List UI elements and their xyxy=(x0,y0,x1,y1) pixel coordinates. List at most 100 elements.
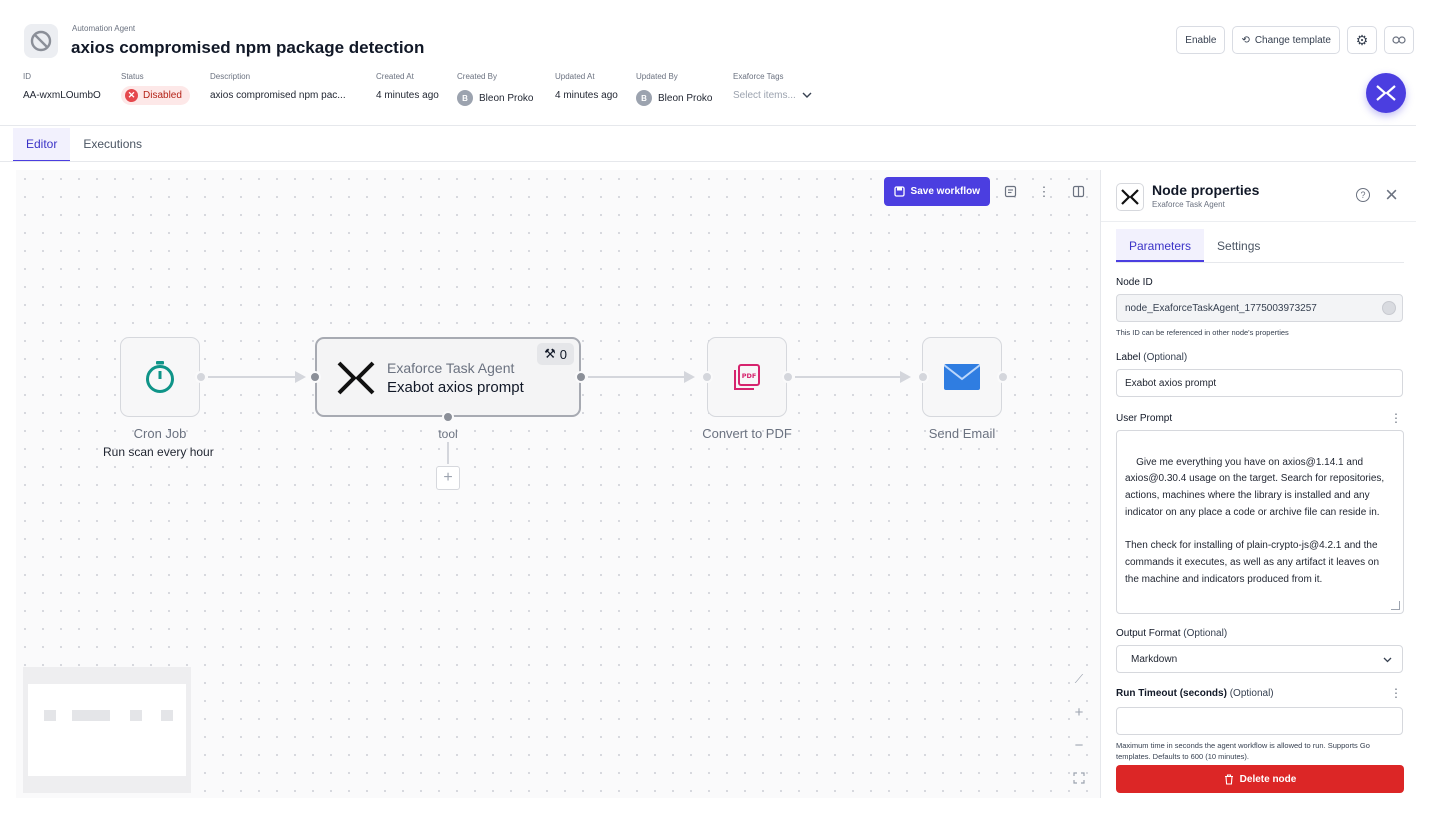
output-format-title: Output Format xyxy=(1116,628,1181,639)
run-timeout-title: Run Timeout (seconds) xyxy=(1116,688,1227,699)
fit-view-button[interactable] xyxy=(1064,763,1094,793)
task-agent-node[interactable]: Exaforce Task Agent Exabot axios prompt … xyxy=(315,337,581,417)
link-icon xyxy=(1392,36,1406,44)
header-actions: Enable ⟲ Change template ⚙ xyxy=(1176,26,1414,54)
chevron-down-icon xyxy=(802,92,812,98)
label-field-optional: (Optional) xyxy=(1143,352,1188,363)
mail-icon xyxy=(944,364,980,390)
minimap[interactable] xyxy=(23,667,191,793)
agent-tool-handle[interactable] xyxy=(442,411,454,423)
page-title: axios compromised npm package detection xyxy=(71,38,425,57)
cron-job-sublabel: Run scan every hour xyxy=(103,445,214,459)
exabot-fab-button[interactable] xyxy=(1366,73,1406,113)
tags-placeholder: Select items... xyxy=(733,90,796,101)
user-prompt-textarea[interactable]: Give me everything you have on axios@1.1… xyxy=(1116,430,1404,614)
swap-icon: ⟲ xyxy=(1241,34,1250,46)
toggle-panel-button[interactable] xyxy=(1064,178,1092,206)
tabs-divider xyxy=(0,161,1416,162)
edge-cron-agent xyxy=(208,376,297,378)
email-output-handle[interactable] xyxy=(997,371,1009,383)
minimap-node xyxy=(161,710,173,721)
email-input-handle[interactable] xyxy=(917,371,929,383)
copy-icon[interactable] xyxy=(1382,301,1396,315)
run-timeout-help: Maximum time in seconds the agent workfl… xyxy=(1116,741,1370,761)
cron-output-handle[interactable] xyxy=(195,371,207,383)
output-format-optional: (Optional) xyxy=(1183,628,1228,639)
meta-created-at-label: Created At xyxy=(376,72,414,81)
pdf-input-handle[interactable] xyxy=(701,371,713,383)
panel-tabs: Parameters Settings xyxy=(1116,229,1404,263)
more-options-button[interactable]: ⋮ xyxy=(1030,178,1058,206)
send-email-node[interactable] xyxy=(922,337,1002,417)
status-badge: ✕ Disabled xyxy=(121,86,190,105)
notes-button[interactable] xyxy=(996,178,1024,206)
node-id-field[interactable]: node_ExaforceTaskAgent_1775003973257 xyxy=(1116,294,1403,322)
pdf-output-handle[interactable] xyxy=(782,371,794,383)
auto-layout-button[interactable]: ⟋ xyxy=(1064,664,1094,694)
label-field-label: Label (Optional) xyxy=(1116,352,1187,363)
workflow-canvas[interactable]: Save workflow ⋮ Cron Job Run scan every … xyxy=(16,170,1100,798)
tags-select[interactable]: Select items... xyxy=(733,90,812,101)
avatar: B xyxy=(457,90,473,106)
save-workflow-button[interactable]: Save workflow xyxy=(883,177,990,206)
help-icon[interactable]: ? xyxy=(1356,188,1370,202)
tool-connector xyxy=(447,442,449,464)
tool-count: 0 xyxy=(559,346,567,362)
tools-icon: ⚒ xyxy=(544,346,556,361)
close-icon[interactable]: × xyxy=(1385,182,1398,208)
run-timeout-menu-icon[interactable]: ⋮ xyxy=(1390,686,1402,700)
run-timeout-optional: (Optional) xyxy=(1229,688,1274,699)
cron-job-label: Cron Job xyxy=(133,426,187,441)
agent-input-handle[interactable] xyxy=(309,371,321,383)
convert-pdf-node[interactable]: PDF xyxy=(707,337,787,417)
run-timeout-input[interactable] xyxy=(1116,707,1403,735)
canvas-toolbar: Save workflow ⋮ xyxy=(883,177,1092,206)
zoom-out-button[interactable]: − xyxy=(1064,730,1094,760)
meta-updated-at: Updated At 4 minutes ago xyxy=(555,72,618,101)
gear-icon: ⚙ xyxy=(1355,31,1369,48)
meta-tags: Exaforce Tags Select items... xyxy=(733,72,812,101)
edge-arrowhead xyxy=(295,371,306,383)
zoom-in-button[interactable]: + xyxy=(1064,697,1094,727)
change-template-button[interactable]: ⟲ Change template xyxy=(1232,26,1340,54)
header-divider xyxy=(0,125,1416,126)
magic-wand-icon: ⟋ xyxy=(1074,671,1084,686)
meta-status: Status ✕ Disabled xyxy=(121,72,190,105)
edge-pdf-email xyxy=(795,376,902,378)
status-text: Disabled xyxy=(143,90,182,101)
label-input[interactable]: Exabot axios prompt xyxy=(1116,369,1403,397)
copy-link-button[interactable] xyxy=(1384,26,1414,54)
cron-job-node[interactable] xyxy=(120,337,200,417)
meta-updated-at-label: Updated At xyxy=(555,72,595,81)
meta-description: Description axios compromised npm pac... xyxy=(210,72,346,101)
panel-header-divider xyxy=(1101,221,1416,222)
label-input-value: Exabot axios prompt xyxy=(1125,377,1217,389)
edge-arrowhead xyxy=(684,371,695,383)
svg-text:PDF: PDF xyxy=(742,372,757,380)
add-tool-button[interactable]: + xyxy=(436,466,460,490)
tab-executions[interactable]: Executions xyxy=(70,128,155,162)
user-prompt-label: User Prompt xyxy=(1116,413,1173,424)
meta-id-value: AA-wxmLOumbO xyxy=(23,90,101,101)
change-template-label: Change template xyxy=(1254,34,1331,46)
resize-handle[interactable] xyxy=(1391,601,1400,610)
enable-button[interactable]: Enable xyxy=(1176,26,1226,54)
agent-output-handle[interactable] xyxy=(575,371,587,383)
tab-editor[interactable]: Editor xyxy=(13,128,71,162)
note-icon xyxy=(1004,185,1016,198)
output-format-select[interactable]: Markdown xyxy=(1116,645,1403,673)
tab-settings[interactable]: Settings xyxy=(1204,229,1273,262)
meta-created-at-value: 4 minutes ago xyxy=(376,90,439,101)
node-id-help: This ID can be referenced in other node'… xyxy=(1116,328,1289,337)
delete-node-button[interactable]: Delete node xyxy=(1116,765,1404,793)
agent-node-name: Exabot axios prompt xyxy=(387,379,524,396)
agent-kind-label: Automation Agent xyxy=(72,24,136,33)
panel-layout-icon xyxy=(1072,185,1084,198)
edge-arrowhead xyxy=(900,371,911,383)
plus-icon: + xyxy=(443,469,453,486)
tab-parameters[interactable]: Parameters xyxy=(1116,229,1205,262)
user-prompt-menu-icon[interactable]: ⋮ xyxy=(1390,411,1402,425)
settings-button[interactable]: ⚙ xyxy=(1347,26,1377,54)
meta-updated-at-value: 4 minutes ago xyxy=(555,90,618,101)
agent-node-kind: Exaforce Task Agent xyxy=(387,360,515,376)
